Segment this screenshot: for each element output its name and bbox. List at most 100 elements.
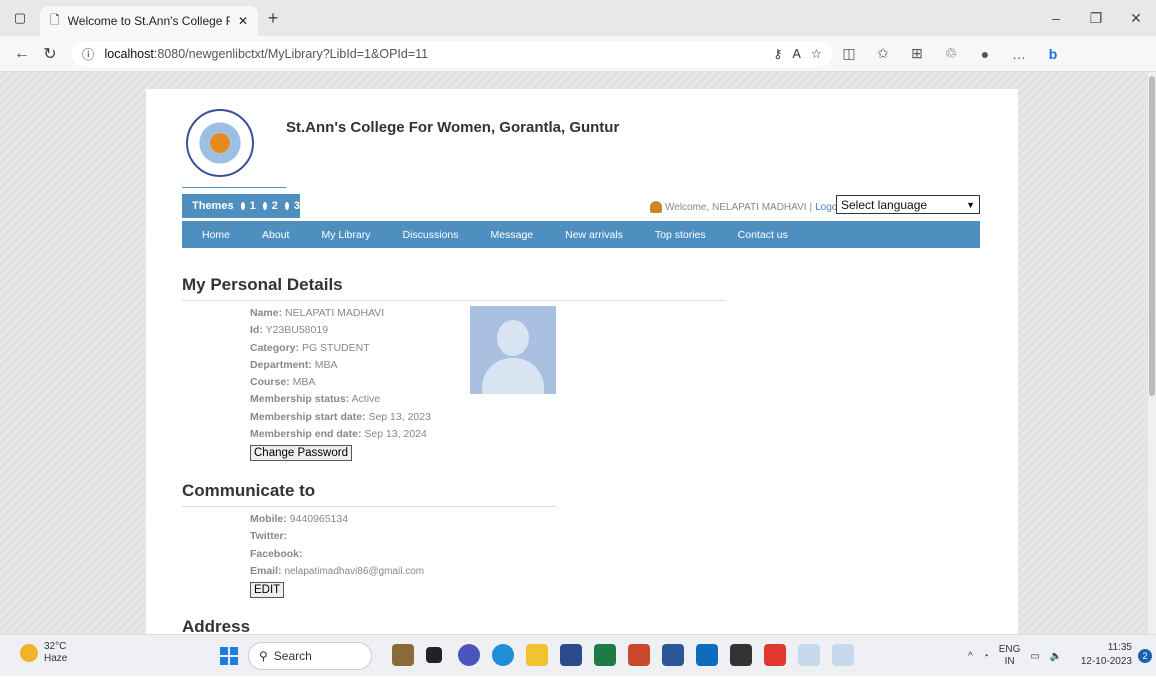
chevron-down-icon: ▼ [966, 199, 975, 210]
copilot-icon[interactable]: b [1036, 46, 1070, 62]
welcome-bar: Welcome, NELAPATI MADHAVI|Logout| [650, 201, 851, 213]
java-app-icon[interactable] [798, 644, 820, 666]
store-app-icon[interactable] [560, 644, 582, 666]
terminal-app-icon[interactable] [730, 644, 752, 666]
address-heading: Address [182, 617, 251, 634]
weather-text: Haze [44, 653, 68, 664]
chat-app-icon[interactable] [458, 644, 480, 666]
communicate-heading: Communicate to [182, 481, 316, 500]
clock-time: 11:35 [1107, 642, 1132, 653]
tab-title: Welcome to St.Ann's College For [67, 14, 230, 28]
back-icon[interactable]: ← [8, 45, 36, 63]
language-select-value: Select language [841, 197, 928, 212]
page-viewport: St.Ann's College For Women, Gorantla, Gu… [0, 72, 1156, 634]
header-divider [182, 187, 286, 188]
favorites-icon[interactable]: ✩ [866, 45, 900, 62]
detail-row: Mobile: 9440965134 [250, 513, 349, 525]
menu-new-arrivals[interactable]: New arrivals [549, 229, 639, 241]
menu-message[interactable]: Message [475, 229, 550, 241]
task-view-icon[interactable] [426, 647, 442, 663]
theme-option-2[interactable]: 2 [272, 200, 278, 212]
personal-details-heading: My Personal Details [182, 275, 343, 294]
page-icon: 🗋 [50, 12, 60, 27]
profile-photo [470, 306, 556, 394]
media-app-icon[interactable] [764, 644, 786, 666]
search-icon: ⚲ [259, 649, 268, 663]
taskbar-clock[interactable]: 11:35 12-10-2023 [1068, 641, 1132, 669]
detail-row: Id: Y23BU58019 [250, 324, 329, 337]
excel-app-icon[interactable] [594, 644, 616, 666]
themes-selector: Themes 1 2 3 [182, 194, 300, 218]
key-icon[interactable]: ⚷ [773, 46, 782, 61]
url-bar[interactable]: ⓘ localhost:8080/newgenlibctxt/MyLibrary… [72, 40, 832, 67]
browser-tab[interactable]: 🗋 Welcome to St.Ann's College For ✕ [40, 6, 258, 36]
detail-row: Department: MBA [250, 358, 338, 371]
new-tab-icon[interactable]: + [258, 8, 288, 29]
more-menu-icon[interactable]: … [1002, 46, 1036, 62]
theme-dot-icon[interactable] [240, 202, 245, 210]
edit-button[interactable]: EDIT [250, 582, 285, 598]
volume-icon[interactable]: 🔈 [1050, 651, 1062, 662]
tab-actions-icon[interactable]: ▢ [0, 0, 40, 36]
menu-my-library[interactable]: My Library [305, 229, 386, 241]
mail-app-icon[interactable] [696, 644, 718, 666]
menu-contact-us[interactable]: Contact us [722, 229, 804, 241]
detail-row: Course: MBA [250, 376, 316, 389]
split-screen-icon[interactable]: ◫ [832, 45, 866, 62]
menu-discussions[interactable]: Discussions [386, 229, 474, 241]
restore-icon[interactable]: ❐ [1076, 10, 1116, 27]
theme-dot-icon[interactable] [284, 202, 289, 210]
network-icon[interactable]: ◔ [983, 651, 989, 662]
windows-start-icon[interactable] [220, 647, 238, 665]
browser-tab-bar: ▢ 🗋 Welcome to St.Ann's College For ✕ + … [0, 0, 1156, 36]
read-aloud-icon[interactable]: A [792, 47, 800, 61]
url-text: localhost:8080/newgenlibctxt/MyLibrary?L… [104, 46, 429, 61]
close-window-icon[interactable]: ✕ [1116, 10, 1156, 27]
user-icon [650, 201, 662, 213]
weather-sun-icon [20, 644, 38, 662]
window-controls: – ❐ ✕ [1036, 0, 1156, 36]
profile-avatar-icon[interactable]: ● [968, 46, 1002, 62]
detail-row: Twitter: [250, 530, 288, 543]
notification-badge[interactable]: 2 [1138, 649, 1152, 663]
extensions-icon[interactable]: ♲ [934, 45, 968, 62]
widgets-app-icon[interactable] [392, 644, 414, 666]
minimize-icon[interactable]: – [1036, 10, 1076, 26]
info-icon[interactable]: ⓘ [82, 44, 95, 63]
chevron-up-icon[interactable]: ^ [968, 651, 973, 662]
weather-widget[interactable]: 32°C Haze [20, 641, 67, 665]
display-icon[interactable]: ▭ [1030, 651, 1039, 662]
close-tab-icon[interactable]: ✕ [238, 14, 248, 28]
page-scrollbar[interactable] [1148, 72, 1156, 634]
favorite-star-icon[interactable]: ☆ [811, 46, 822, 61]
detail-row: Email: nelapatimadhavi86@gmail.com [250, 564, 425, 577]
menu-home[interactable]: Home [182, 229, 246, 241]
language-select[interactable]: Select language ▼ [836, 195, 980, 214]
menu-about[interactable]: About [246, 229, 305, 241]
java-app-icon[interactable] [832, 644, 854, 666]
theme-dot-icon[interactable] [262, 202, 267, 210]
detail-row: Name: NELAPATI MADHAVI [250, 307, 385, 319]
main-menu: Home About My Library Discussions Messag… [182, 221, 980, 248]
powerpoint-app-icon[interactable] [628, 644, 650, 666]
file-explorer-icon[interactable] [526, 644, 548, 666]
menu-top-stories[interactable]: Top stories [639, 229, 722, 241]
windows-taskbar: 32°C Haze ⚲ Search ^ ◔ ENG IN ▭ 🔈 11:35 12… [0, 634, 1156, 676]
taskbar-search[interactable]: ⚲ Search [248, 642, 372, 670]
college-logo [186, 109, 254, 177]
page-content: St.Ann's College For Women, Gorantla, Gu… [146, 89, 1018, 634]
change-password-button[interactable]: Change Password [250, 445, 352, 461]
theme-option-1[interactable]: 1 [250, 200, 256, 212]
detail-row: Membership end date: Sep 13, 2024 [250, 428, 427, 441]
edge-browser-icon[interactable] [492, 644, 514, 666]
theme-option-3[interactable]: 3 [294, 200, 300, 212]
personal-details-list: Name: NELAPATI MADHAVI Id: Y23BU58019 Ca… [250, 305, 431, 443]
word-app-icon[interactable] [662, 644, 684, 666]
college-name: St.Ann's College For Women, Gorantla, Gu… [286, 119, 620, 136]
language-indicator[interactable]: ENG IN [999, 644, 1021, 668]
refresh-icon[interactable]: ↻ [36, 44, 64, 64]
collections-icon[interactable]: ⊞ [900, 45, 934, 62]
detail-row: Membership start date: Sep 13, 2023 [250, 410, 431, 423]
clock-date: 12-10-2023 [1080, 656, 1132, 667]
themes-label: Themes [192, 200, 234, 212]
